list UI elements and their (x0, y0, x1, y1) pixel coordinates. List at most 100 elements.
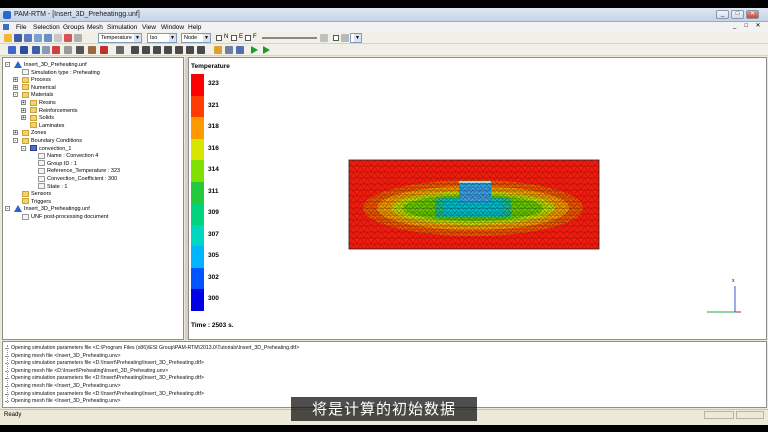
checkbox-n[interactable] (216, 35, 222, 41)
menu-groups[interactable]: Groups (63, 24, 84, 31)
collapse-icon[interactable]: - (13, 138, 18, 144)
menu-window[interactable]: Window (161, 24, 184, 31)
view-front-icon[interactable] (131, 46, 139, 54)
maximize-button[interactable]: □ (731, 10, 744, 19)
rectangle-icon[interactable] (32, 46, 40, 54)
console-line: Opening mesh file <Insert_3D_Preheating.… (5, 352, 121, 359)
console-line: Opening simulation parameters file <C:\P… (4, 345, 300, 351)
play-step-icon[interactable] (263, 46, 270, 54)
doc-icon (38, 167, 45, 174)
tree-item-label: Solids (39, 115, 54, 122)
menu-selection[interactable]: Selection (33, 24, 60, 31)
view-back-icon[interactable] (142, 46, 150, 54)
tree-item[interactable]: UNF post-processing document (22, 213, 108, 221)
open-folder-icon[interactable] (4, 34, 12, 42)
doc-icon (38, 175, 45, 182)
menu-mesh[interactable]: Mesh (87, 24, 103, 31)
temperature-mesh[interactable] (189, 58, 768, 341)
iso-select[interactable]: Iso ▼ (147, 33, 177, 43)
zoom-icon[interactable] (8, 46, 16, 54)
view-iso-icon[interactable] (197, 46, 205, 54)
status-cell-1 (704, 411, 734, 419)
expand-icon[interactable]: + (13, 77, 18, 83)
doc-icon (22, 213, 29, 220)
status-text: Ready (4, 412, 22, 418)
arrow-icon[interactable] (20, 46, 28, 54)
tree-item-label: Numerical (31, 84, 56, 91)
model-icon (14, 205, 22, 213)
pan-icon[interactable] (88, 46, 96, 54)
selection-box-icon[interactable] (64, 46, 72, 54)
properties-icon[interactable] (54, 34, 62, 42)
window-title: PAM-RTM - [Insert_3D_Preheatingg.unf] (14, 11, 140, 18)
slider-spin-icon[interactable] (320, 34, 328, 42)
expand-icon[interactable]: + (13, 84, 18, 90)
pointer-icon[interactable] (64, 34, 72, 42)
3d-viewport[interactable]: Temperature 323 321 318 316 314 311 309 307 305 3… (188, 57, 767, 340)
expand-icon[interactable]: + (13, 130, 18, 136)
minimize-button[interactable]: _ (716, 10, 729, 19)
camera-icon[interactable] (341, 34, 349, 42)
folder-icon (30, 107, 37, 114)
expand-icon[interactable]: + (21, 100, 26, 106)
step-select[interactable]: ▼ (350, 33, 362, 43)
tree-item-label: State : 1 (47, 183, 68, 190)
rotate-icon[interactable] (52, 46, 60, 54)
open-results-icon[interactable] (214, 46, 222, 54)
result-type-select[interactable]: Temperature ▼ (98, 33, 142, 43)
location-select[interactable]: Node ▼ (181, 33, 211, 43)
expand-icon[interactable]: + (21, 115, 26, 121)
save-icon[interactable] (14, 34, 22, 42)
video-letterbox-top (0, 0, 768, 8)
menu-view[interactable]: View (142, 24, 156, 31)
measure-icon[interactable] (42, 46, 50, 54)
tree-item-label: Convection_Coefficient : 300 (47, 176, 118, 182)
mdi-minimize-button[interactable]: _ (731, 23, 739, 30)
video-letterbox-bottom (0, 425, 768, 432)
mesh-part[interactable] (348, 159, 600, 250)
tree-item-label: Triggers (31, 198, 51, 205)
animate-checkbox[interactable] (333, 35, 339, 41)
view-bottom-icon[interactable] (186, 46, 194, 54)
checkbox-f[interactable] (245, 35, 251, 41)
grid-icon (30, 145, 37, 152)
help-icon[interactable] (74, 34, 82, 42)
menu-file[interactable]: File (16, 24, 26, 31)
tree-item-label: Name : Convection 4 (47, 153, 99, 160)
doc-icon (38, 160, 45, 167)
app-window: PAM-RTM - [Insert_3D_Preheatingg.unf] _ … (0, 8, 768, 425)
time-slider[interactable] (262, 37, 317, 39)
menu-help[interactable]: Help (188, 24, 201, 31)
collapse-icon[interactable]: - (21, 145, 26, 151)
view-left-icon[interactable] (153, 46, 161, 54)
image-icon[interactable] (236, 46, 244, 54)
tree-item-label: UNF post-processing document (31, 214, 109, 220)
collapse-icon[interactable]: - (5, 206, 10, 212)
tree-item-label: Process (31, 77, 51, 84)
title-bar: PAM-RTM - [Insert_3D_Preheatingg.unf] _ … (0, 8, 768, 22)
folder-icon (22, 190, 29, 197)
grid-icon[interactable] (44, 34, 52, 42)
resize-icon[interactable] (116, 46, 124, 54)
checkbox-e[interactable] (231, 35, 237, 41)
play-icon[interactable] (251, 46, 258, 54)
mdi-restore-button[interactable]: □ (742, 23, 750, 30)
close-button[interactable]: ✕ (746, 10, 759, 19)
fit-icon[interactable] (100, 46, 108, 54)
mdi-close-button[interactable]: ✕ (754, 23, 762, 30)
collapse-icon[interactable]: - (5, 62, 10, 68)
checkbox-n-label: N (224, 34, 229, 40)
tree-item-label: Resins (39, 100, 56, 106)
view-top-icon[interactable] (175, 46, 183, 54)
view-right-icon[interactable] (164, 46, 172, 54)
folder-icon (22, 137, 29, 144)
collapse-icon[interactable]: - (13, 92, 18, 98)
menu-simulation[interactable]: Simulation (107, 24, 137, 31)
zoom-in-icon[interactable] (76, 46, 84, 54)
folder-icon (30, 99, 37, 106)
folder-icon (22, 76, 29, 83)
save-all-icon[interactable] (24, 34, 32, 42)
expand-icon[interactable]: + (21, 107, 26, 113)
export-icon[interactable] (225, 46, 233, 54)
print-icon[interactable] (34, 34, 42, 42)
